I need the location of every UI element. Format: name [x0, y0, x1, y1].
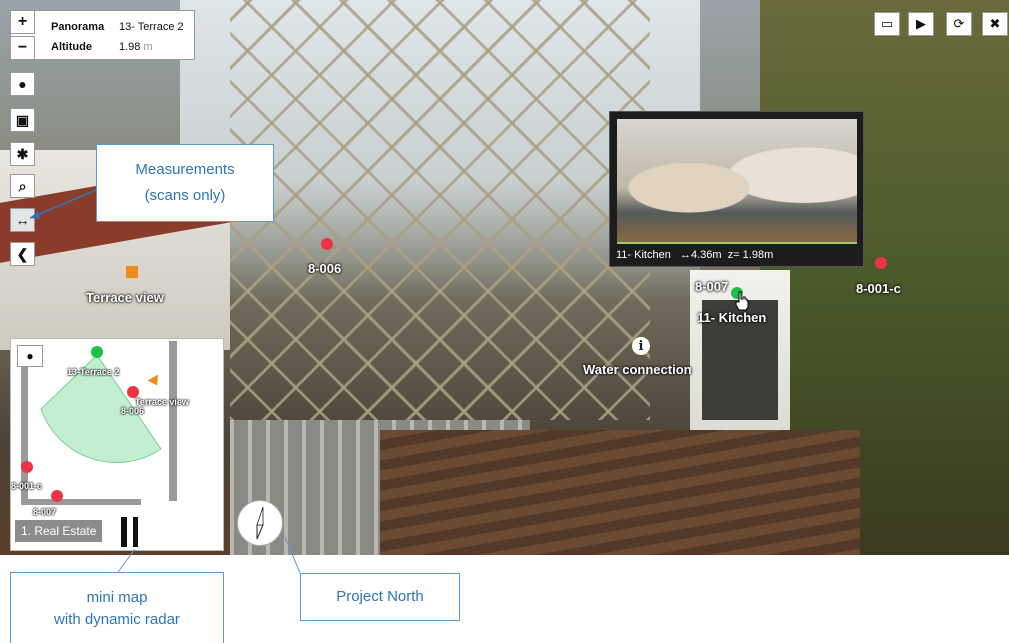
minimap-callout-line2: with dynamic radar	[54, 611, 180, 628]
north-callout: Project North	[300, 573, 460, 621]
measurements-callout-line1: Measurements	[135, 161, 235, 178]
minimap-leader	[117, 548, 136, 573]
north-leader	[284, 536, 301, 574]
measurements-leader	[29, 189, 97, 219]
callout-leaders	[29, 189, 301, 574]
north-callout-text: Project North	[336, 588, 424, 605]
minimap-callout: mini map with dynamic radar	[10, 572, 224, 643]
measurements-callout: Measurements (scans only)	[96, 144, 274, 222]
minimap-callout-line1: mini map	[86, 589, 148, 606]
measurements-callout-line2: (scans only)	[144, 187, 226, 204]
